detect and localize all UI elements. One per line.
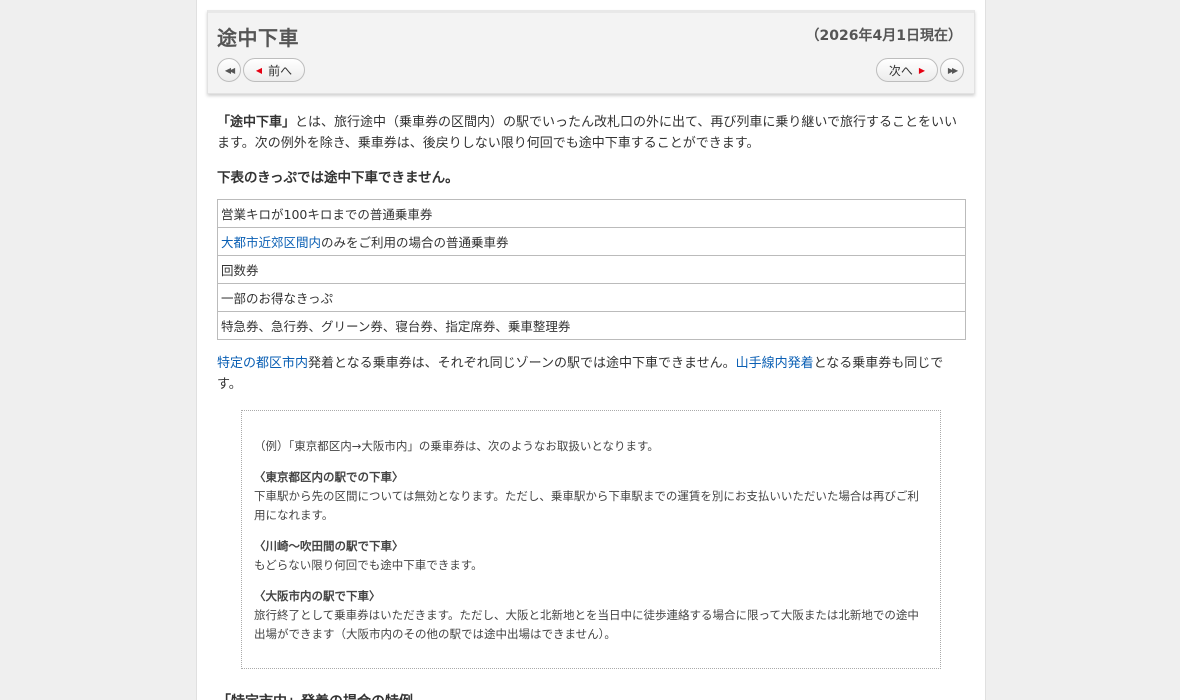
double-right-icon: ▶▶ (947, 65, 958, 75)
first-page-button[interactable]: ◀◀ (217, 58, 241, 82)
intro-paragraph: 「途中下車」とは、旅行途中（乗車券の区間内）の駅でいったん改札口の外に出て、再び… (217, 112, 965, 154)
page-container: 途中下車 （2026年4月1日現在） ◀◀ ◀ 前へ 次へ ▶ ▶▶ 「途中下車… (196, 0, 986, 700)
next-section-heading: 「特定市内」発着の場合の特例 (217, 691, 413, 700)
table-row: 営業キロが100キロまでの普通乗車券 (217, 199, 966, 228)
main-content: 「途中下車」とは、旅行途中（乗車券の区間内）の駅でいったん改札口の外に出て、再び… (217, 112, 966, 395)
yamanote-link[interactable]: 山手線内発着 (736, 356, 814, 371)
table-cell: 特急券、急行券、グリーン券、寝台券、指定席券、乗車整理券 (217, 311, 966, 340)
table-cell: 営業キロが100キロまでの普通乗車券 (217, 199, 966, 228)
prev-page-button[interactable]: ◀ 前へ (243, 58, 305, 82)
example-case-body: 旅行終了として乗車券はいただきます。ただし、大阪と北新地とを当日中に徒歩連絡する… (254, 608, 919, 641)
page-title: 途中下車 (217, 26, 299, 50)
intro-text: とは、旅行途中（乗車券の区間内）の駅でいったん改札口の外に出て、再び列車に乗り継… (217, 115, 957, 151)
table-cell-text: のみをご利用の場合の普通乗車券 (321, 235, 509, 250)
page-header: 途中下車 （2026年4月1日現在） ◀◀ ◀ 前へ 次へ ▶ ▶▶ (207, 10, 975, 94)
caret-left-icon: ◀ (255, 65, 263, 75)
zone-note-text-1: 発着となる乗車券は、それぞれ同じゾーンの駅では途中下車できません。 (308, 356, 736, 371)
table-row: 回数券 (217, 255, 966, 284)
table-row: 一部のお得なきっぷ (217, 283, 966, 312)
last-page-button[interactable]: ▶▶ (940, 58, 964, 82)
example-case-heading: 〈大阪市内の駅で下車〉 (254, 589, 381, 603)
example-box: （例）「東京都区内→大阪市内」の乗車券は、次のようなお取扱いとなります。 〈東京… (241, 410, 941, 669)
suburban-area-link[interactable]: 大都市近郊区間内 (221, 235, 321, 250)
example-case-body: もどらない限り何回でも途中下車できます。 (254, 558, 483, 572)
table-row: 大都市近郊区間内のみをご利用の場合の普通乗車券 (217, 227, 966, 256)
table-cell: 回数券 (217, 255, 966, 284)
next-page-button[interactable]: 次へ ▶ (876, 58, 938, 82)
caret-right-icon: ▶ (918, 65, 926, 75)
example-case-body: 下車駅から先の区間については無効となります。ただし、乗車駅から下車駅までの運賃を… (254, 489, 919, 522)
restriction-heading: 下表のきっぷでは途中下車できません。 (217, 170, 459, 186)
date-label: （2026年4月1日現在） (805, 28, 962, 44)
table-row: 特急券、急行券、グリーン券、寝台券、指定席券、乗車整理券 (217, 311, 966, 340)
next-label: 次へ (888, 63, 913, 78)
example-case-heading: 〈東京都区内の駅での下車〉 (254, 470, 404, 484)
prev-label: 前へ (268, 63, 293, 78)
zone-note: 特定の都区市内発着となる乗車券は、それぞれ同じゾーンの駅では途中下車できません。… (217, 353, 965, 395)
specific-city-link[interactable]: 特定の都区市内 (217, 356, 308, 371)
double-left-icon: ◀◀ (224, 65, 235, 75)
table-cell: 一部のお得なきっぷ (217, 283, 966, 312)
example-case-heading: 〈川崎〜吹田間の駅で下車〉 (254, 539, 404, 553)
example-intro: （例）「東京都区内→大阪市内」の乗車券は、次のようなお取扱いとなります。 (254, 439, 659, 453)
table-cell: 大都市近郊区間内のみをご利用の場合の普通乗車券 (217, 227, 966, 256)
restricted-tickets-table: 営業キロが100キロまでの普通乗車券 大都市近郊区間内のみをご利用の場合の普通乗… (217, 199, 966, 340)
intro-term: 「途中下車」 (217, 115, 296, 130)
